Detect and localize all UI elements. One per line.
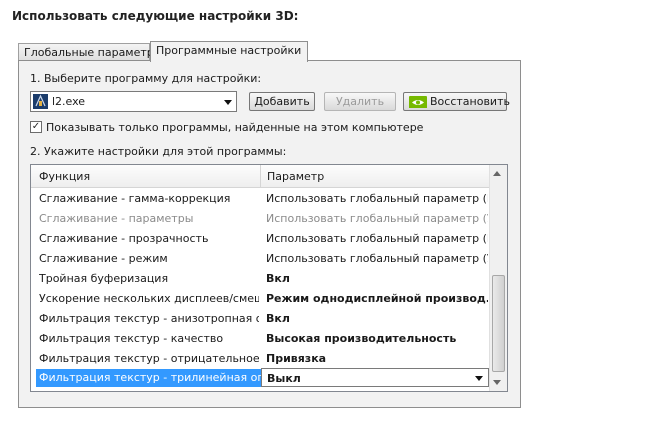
grid-rows: Сглаживание - гамма-коррекция Использова… [31, 188, 490, 388]
show-only-label: Показывать только программы, найденные н… [46, 121, 424, 134]
settings-label: 2. Укажите настройки для этой программы: [30, 145, 287, 158]
parameter-cell: Привязка [266, 352, 327, 365]
table-row[interactable]: Фильтрация текстур - отрицательное о... … [31, 348, 490, 368]
show-only-checkbox[interactable]: ✓ [30, 121, 42, 133]
function-cell: Фильтрация текстур - трилинейная опт... [36, 369, 265, 387]
scroll-down-icon[interactable] [493, 380, 501, 385]
column-divider[interactable] [260, 165, 261, 187]
table-row[interactable]: Сглаживание - параметры Использовать гло… [31, 208, 490, 228]
table-row[interactable]: Фильтрация текстур - качество Высокая пр… [31, 328, 490, 348]
function-cell: Фильтрация текстур - качество [39, 332, 224, 345]
chevron-down-icon [475, 376, 483, 381]
function-cell: Сглаживание - прозрачность [39, 232, 209, 245]
app-icon [33, 94, 48, 109]
table-row[interactable]: Фильтрация текстур - анизотропная опт...… [31, 308, 490, 328]
parameter-cell: Использовать глобальный параметр (У... [266, 212, 488, 225]
column-header-parameter[interactable]: Параметр [267, 170, 324, 183]
function-cell: Фильтрация текстур - анизотропная опт... [39, 312, 259, 325]
parameter-cell: Вкл [266, 312, 290, 325]
parameter-dropdown[interactable]: Выкл [261, 368, 489, 387]
vertical-scrollbar[interactable] [489, 165, 507, 391]
table-row[interactable]: Сглаживание - прозрачность Использовать … [31, 228, 490, 248]
tab-global-settings[interactable]: Глобальные параметры [18, 43, 162, 61]
table-row[interactable]: Сглаживание - гамма-коррекция Использова… [31, 188, 490, 208]
parameter-dropdown-value: Выкл [267, 372, 301, 385]
table-row[interactable]: Сглаживание - режим Использовать глобаль… [31, 248, 490, 268]
select-program-label: 1. Выберите программу для настройки: [30, 72, 262, 85]
scroll-up-icon[interactable] [493, 171, 501, 176]
column-header-function[interactable]: Функция [39, 170, 90, 183]
function-cell: Сглаживание - режим [39, 252, 168, 265]
grid-header: Функция Параметр [31, 165, 490, 188]
table-row[interactable]: Тройная буферизация Вкл [31, 268, 490, 288]
delete-button[interactable]: Удалить [324, 92, 396, 111]
function-cell: Фильтрация текстур - отрицательное о... [39, 352, 259, 365]
tab-program-settings[interactable]: Программные настройки [150, 41, 308, 62]
chevron-down-icon [224, 100, 232, 105]
restore-button-label: Восстановить [430, 95, 510, 108]
parameter-cell: Использовать глобальный параметр (У... [266, 252, 488, 265]
page-heading: Использовать следующие настройки 3D: [12, 9, 299, 23]
parameter-cell: Режим однодисплейной производ... [266, 292, 488, 305]
function-cell: Ускорение нескольких дисплеев/смеша... [39, 292, 259, 305]
nvidia-logo-icon [409, 96, 427, 108]
selected-program-value: l2.exe [52, 95, 86, 108]
function-cell: Сглаживание - параметры [39, 212, 194, 225]
parameter-cell: Вкл [266, 272, 290, 285]
table-row[interactable]: Ускорение нескольких дисплеев/смеша... Р… [31, 288, 490, 308]
parameter-cell: Высокая производительность [266, 332, 457, 345]
program-select[interactable]: l2.exe [30, 91, 237, 112]
restore-button[interactable]: Восстановить [403, 92, 510, 111]
scrollbar-thumb[interactable] [492, 275, 505, 372]
function-cell: Тройная буферизация [39, 272, 169, 285]
settings-grid: Функция Параметр Сглаживание - гамма-кор… [30, 164, 508, 392]
function-cell: Сглаживание - гамма-коррекция [39, 192, 231, 205]
add-button[interactable]: Добавить [249, 92, 315, 111]
parameter-cell: Использовать глобальный параметр (В... [266, 232, 488, 245]
table-row-selected[interactable]: Фильтрация текстур - трилинейная опт... … [31, 368, 490, 388]
parameter-cell: Использовать глобальный параметр (Вкл) [266, 192, 488, 205]
